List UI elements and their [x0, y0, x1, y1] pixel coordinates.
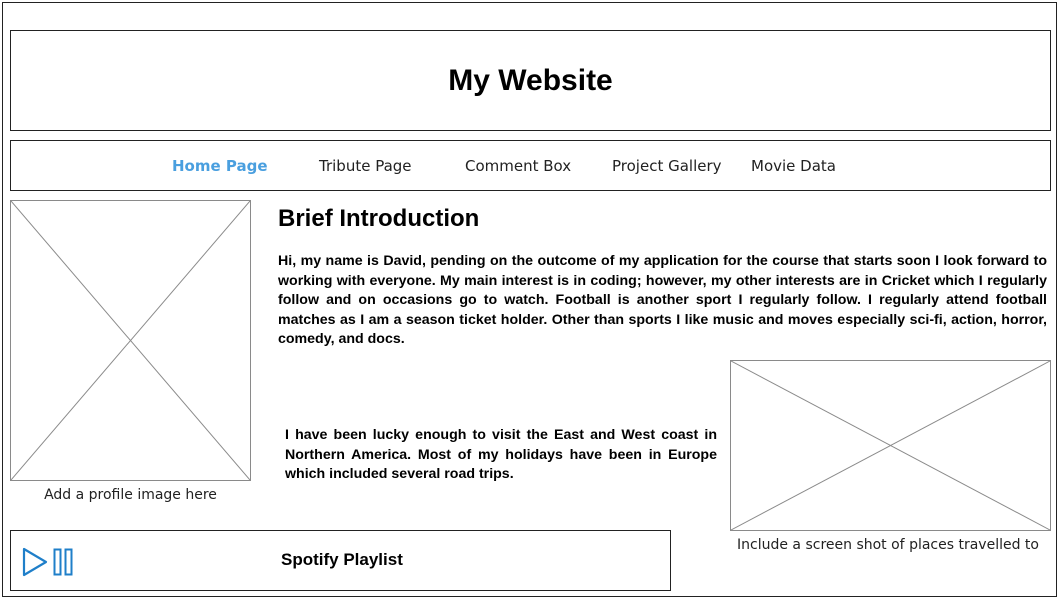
main-nav: Home Page Tribute Page Comment Box Proje…: [10, 140, 1051, 191]
nav-item-tribute[interactable]: Tribute Page: [319, 157, 412, 175]
intro-heading: Brief Introduction: [278, 205, 480, 232]
nav-item-comment-box[interactable]: Comment Box: [465, 157, 571, 175]
nav-item-movie-data[interactable]: Movie Data: [751, 157, 836, 175]
nav-item-home[interactable]: Home Page: [172, 157, 268, 175]
profile-caption: Add a profile image here: [44, 487, 217, 503]
image-placeholder-icon: [11, 201, 250, 480]
image-placeholder-icon: [731, 361, 1050, 530]
spotify-player: Spotify Playlist: [10, 530, 671, 591]
pause-icon[interactable]: [53, 548, 73, 580]
intro-paragraph: Hi, my name is David, pending on the out…: [278, 253, 1047, 347]
play-icon[interactable]: [22, 547, 48, 581]
player-title: Spotify Playlist: [281, 550, 403, 569]
site-header: My Website: [10, 30, 1051, 131]
travel-image-placeholder: [730, 360, 1051, 531]
profile-image-placeholder: [10, 200, 251, 481]
site-title: My Website: [448, 63, 613, 97]
travel-paragraph: I have been lucky enough to visit the Ea…: [285, 427, 717, 482]
nav-item-project-gallery[interactable]: Project Gallery: [612, 157, 722, 175]
travel-caption: Include a screen shot of places travelle…: [737, 537, 1039, 553]
